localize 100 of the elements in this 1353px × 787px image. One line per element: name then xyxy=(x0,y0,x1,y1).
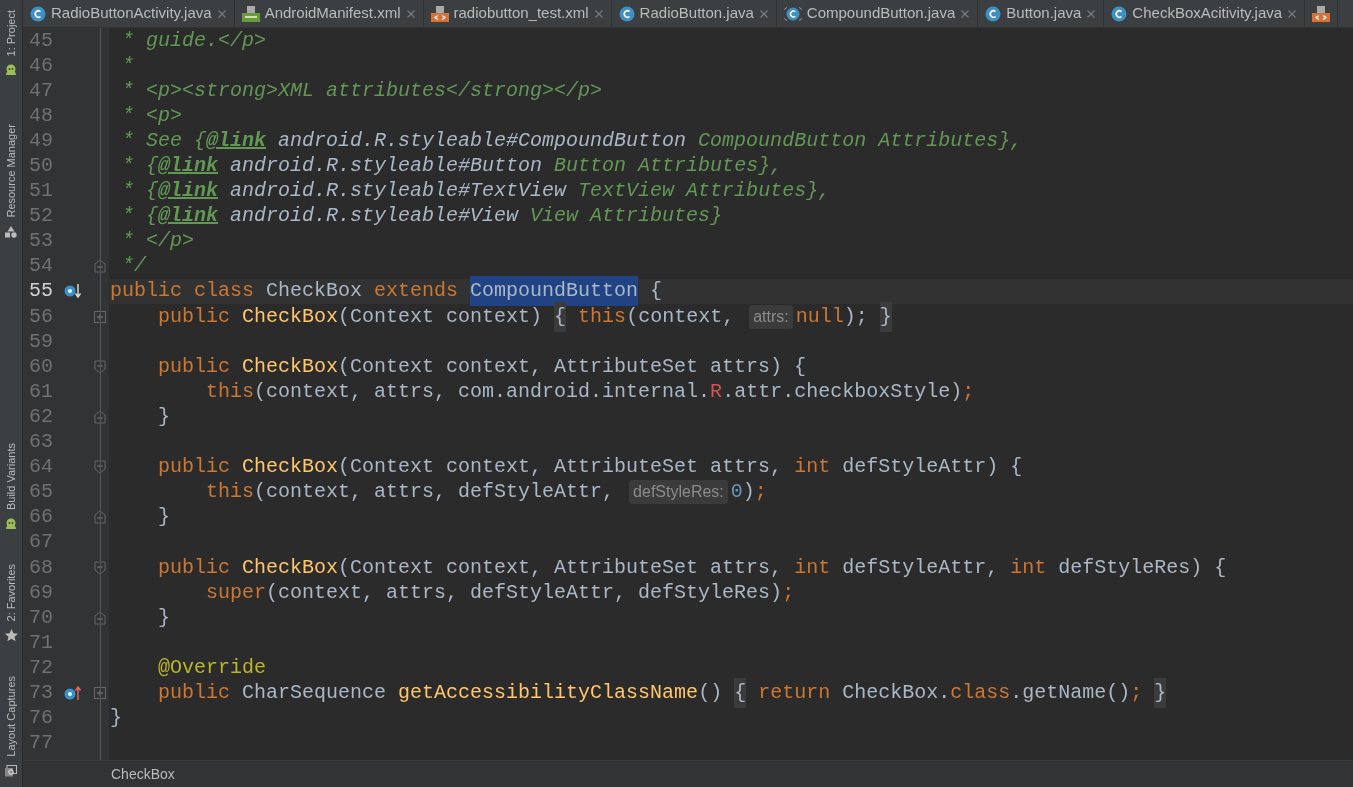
code-line: this(context, attrs, com.android.internal.R.attr.checkboxStyle); xyxy=(205,379,976,405)
line-number: 64 xyxy=(28,454,53,481)
editor-tab[interactable]: RadioButton.java xyxy=(611,0,777,27)
line-number: 46 xyxy=(28,52,53,79)
line-number: 53 xyxy=(28,228,53,255)
manifest-file-icon xyxy=(241,5,260,22)
overridden-marker-icon xyxy=(64,283,82,300)
code-line: * {@link android.R.styleable#Button Button Attributes}, xyxy=(121,153,784,179)
editor-tab[interactable]: CompoundButton.java xyxy=(776,0,979,27)
line-number: 51 xyxy=(28,178,53,205)
tool-window-button[interactable]: 1: Project xyxy=(2,10,20,77)
line-number: 62 xyxy=(28,403,53,430)
code-line: * xyxy=(121,53,135,79)
tool-window-button[interactable]: Resource Manager xyxy=(2,124,20,239)
line-number: 66 xyxy=(28,504,53,531)
line-number: 47 xyxy=(28,77,53,104)
line-number: 63 xyxy=(28,429,53,456)
fold-icon xyxy=(94,560,106,575)
tab-label: RadioButton.java xyxy=(639,3,754,24)
tab-label: AndroidManifest.xml xyxy=(264,3,401,24)
capture-icon xyxy=(5,765,17,777)
code-line: public CheckBox(Context context) { this(context, attrs: null); } xyxy=(110,304,1353,330)
fold-icon xyxy=(94,259,106,274)
line-number: 55 xyxy=(28,278,53,305)
code-line: @Override xyxy=(157,655,268,681)
expand-icon xyxy=(94,310,106,323)
tool-window-button[interactable]: Build Variants xyxy=(2,442,20,530)
line-number: 48 xyxy=(28,102,53,129)
line-number: 50 xyxy=(28,153,53,179)
star-icon xyxy=(4,629,18,643)
code-line: * {@link android.R.styleable#View View Attributes} xyxy=(121,203,724,229)
class-icon xyxy=(985,5,1002,22)
code-line: */ xyxy=(121,253,148,279)
code-line: * <p> xyxy=(121,103,183,129)
tool-window-button[interactable]: 2: Favorites xyxy=(2,563,20,643)
code-line: public CheckBox(Context context, AttributeSet attrs, int defStyleAttr, int defStyleRes) { xyxy=(157,554,1228,581)
line-number: 45 xyxy=(28,27,53,54)
fold-icon xyxy=(94,359,106,374)
class-icon xyxy=(30,5,46,22)
line-number: 54 xyxy=(28,253,53,280)
code-line: super(context, attrs, defStyleAttr, defStyleRes); xyxy=(205,580,796,606)
tab-label: CheckBoxAcitivity.java xyxy=(1132,3,1283,24)
line-number: 65 xyxy=(28,479,53,506)
breadcrumb[interactable]: CheckBox xyxy=(111,763,175,785)
line-number: 67 xyxy=(28,529,53,556)
line-number: 71 xyxy=(28,629,53,656)
class-icon xyxy=(618,5,635,22)
line-number: 72 xyxy=(28,654,53,681)
tab-label: radiobutton_test.xml xyxy=(453,3,589,24)
code-line: this(context, attrs, defStyleAttr, defStyleRes: 0); xyxy=(205,479,768,505)
close-icon xyxy=(216,8,227,19)
close-icon xyxy=(960,8,971,19)
editor-tab[interactable]: CheckBoxAcitivity.java xyxy=(1104,0,1306,27)
code-line: * guide.</p> xyxy=(121,28,268,54)
line-number: 59 xyxy=(28,328,53,355)
editor-tab[interactable]: AndroidManifest.xml xyxy=(234,0,424,27)
tab-label: RadioButtonActivity.java xyxy=(51,3,212,24)
fold-icon xyxy=(94,610,106,625)
code-line: public CheckBox(Context context, AttributeSet attrs) { xyxy=(157,354,808,380)
code-line: } xyxy=(157,605,171,631)
code-line: public CheckBox(Context context, AttributeSet attrs, int defStyleAttr) { xyxy=(157,454,1024,480)
android-icon xyxy=(5,517,17,530)
override-marker-icon xyxy=(64,685,82,701)
line-number: 56 xyxy=(28,303,53,330)
fold-icon xyxy=(94,460,106,475)
class-icon xyxy=(1111,5,1128,22)
close-icon xyxy=(405,8,416,19)
line-number: 77 xyxy=(28,730,53,757)
close-icon xyxy=(1287,8,1298,19)
line-number: 61 xyxy=(28,378,53,405)
layout-file-icon xyxy=(1312,5,1331,22)
fold-icon xyxy=(94,409,106,424)
fold-icon xyxy=(94,510,106,525)
code-line: } xyxy=(157,504,171,530)
code-line: public CharSequence getAccessibilityClassName() { return CheckBox.class.getName(); } xyxy=(110,680,1353,706)
line-number: 68 xyxy=(28,554,53,581)
class-icon xyxy=(783,5,802,22)
editor-tab[interactable]: RadioButtonActivity.java xyxy=(23,0,235,27)
layout-file-icon xyxy=(430,5,449,22)
tool-window-button[interactable]: Layout Captures xyxy=(2,676,20,777)
tab-label: Button.java xyxy=(1006,3,1082,24)
code-line: * {@link android.R.styleable#TextView TextView Attributes}, xyxy=(121,178,832,204)
code-line: } xyxy=(157,404,171,430)
line-number: 70 xyxy=(28,604,53,631)
code-line: * See {@link android.R.styleable#CompoundButton CompoundButton Attributes}, xyxy=(121,128,1024,154)
editor-tab[interactable]: radiobutton_test.xml xyxy=(423,0,612,27)
line-number: 60 xyxy=(28,353,53,380)
editor-tab[interactable]: Button.java xyxy=(978,0,1105,27)
expand-icon xyxy=(94,687,106,699)
tab-label: CompoundButton.java xyxy=(806,3,956,24)
close-icon xyxy=(1086,8,1097,19)
code-line: } xyxy=(110,705,123,731)
close-icon xyxy=(593,8,604,19)
line-number: 76 xyxy=(28,705,53,732)
shapes-icon xyxy=(5,226,17,239)
close-icon xyxy=(758,8,769,19)
code-line: * <p><strong>XML attributes</strong></p> xyxy=(121,78,604,104)
code-line: * </p> xyxy=(121,228,195,254)
line-number: 52 xyxy=(28,203,53,230)
line-number: 73 xyxy=(28,680,53,706)
